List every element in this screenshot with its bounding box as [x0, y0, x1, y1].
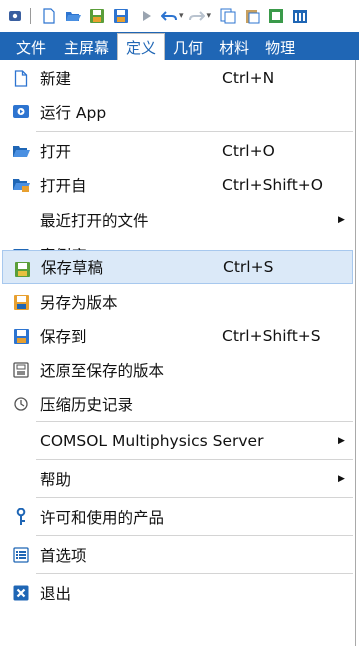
compact-history-icon: [12, 395, 30, 413]
preferences-icon: [12, 546, 30, 564]
menu-label: 保存草稿: [41, 259, 104, 277]
paste-icon[interactable]: [243, 7, 261, 25]
menu-item-compact-history[interactable]: 压缩历史记录: [2, 386, 353, 422]
save-icon[interactable]: [88, 7, 106, 25]
submenu-arrow-icon: ▶: [338, 436, 345, 446]
redo-icon[interactable]: [188, 7, 206, 25]
run-app-icon: [12, 103, 30, 121]
menu-item-revert[interactable]: 还原至保存的版本: [2, 352, 353, 388]
revert-icon: [12, 361, 30, 379]
exit-icon: [12, 584, 30, 602]
menu-label: 保存到: [40, 328, 87, 346]
open-from-icon: [12, 176, 30, 194]
menu-separator: [36, 131, 353, 132]
ribbon-tab-bar: 文件 主屏幕 定义 几何 材料 物理: [0, 32, 359, 60]
menu-item-server[interactable]: COMSOL Multiphysics Server ▶: [2, 423, 353, 459]
menu-item-preferences[interactable]: 首选项: [2, 537, 353, 573]
menu-label: 新建: [40, 70, 72, 88]
menu-label: 最近打开的文件: [40, 212, 149, 230]
menu-item-open-from[interactable]: 打开自 Ctrl+Shift+O: [2, 167, 353, 203]
menu-item-run-app[interactable]: 运行 App: [2, 94, 353, 130]
menu-item-licensed-products[interactable]: 许可和使用的产品: [2, 499, 353, 535]
open-folder-icon: [12, 142, 30, 160]
menu-item-recent-files[interactable]: 最近打开的文件 ▶: [2, 202, 353, 238]
menu-separator: [36, 497, 353, 498]
menu-separator: [36, 421, 353, 422]
new-file-icon: [12, 69, 30, 87]
tab-home[interactable]: 主屏幕: [56, 34, 117, 60]
undo-dropdown-icon[interactable]: ▾: [179, 11, 184, 21]
save-to-icon: [12, 327, 30, 345]
menu-label: 另存为版本: [40, 294, 118, 312]
menu-label: 打开自: [40, 177, 87, 195]
shortcut-text: Ctrl+Shift+O: [222, 176, 323, 194]
menu-label: 帮助: [40, 471, 72, 489]
menu-item-open[interactable]: 打开 Ctrl+O: [2, 133, 353, 169]
menu-separator: [36, 573, 353, 574]
menu-item-save-draft[interactable]: 保存草稿 Ctrl+S: [2, 250, 353, 284]
quick-access-toolbar: ▾ ▾: [0, 0, 359, 32]
tab-file[interactable]: 文件: [6, 34, 57, 60]
app-icon[interactable]: [6, 7, 24, 25]
run-icon[interactable]: [138, 7, 156, 25]
menu-label: 打开: [40, 143, 72, 161]
menu-label: COMSOL Multiphysics Server: [40, 432, 264, 450]
file-menu: 新建 Ctrl+N 运行 App 打开 Ctrl+O 打开自 Ctrl+Shif…: [0, 60, 356, 646]
copy-icon[interactable]: [219, 7, 237, 25]
tab-materials[interactable]: 材料: [211, 34, 257, 60]
menu-label: 压缩历史记录: [40, 396, 134, 414]
undo-icon[interactable]: [160, 7, 178, 25]
shortcut-text: Ctrl+Shift+S: [222, 327, 321, 345]
menu-label: 还原至保存的版本: [40, 362, 165, 380]
shortcut-text: Ctrl+S: [223, 258, 274, 276]
menu-label: 许可和使用的产品: [40, 509, 165, 527]
save-as-version-icon: [12, 293, 30, 311]
tab-definitions[interactable]: 定义: [117, 33, 166, 60]
submenu-arrow-icon: ▶: [338, 474, 345, 484]
shortcut-text: Ctrl+O: [222, 142, 275, 160]
menu-separator: [36, 535, 353, 536]
menu-item-save-as-version[interactable]: 另存为版本: [2, 284, 353, 320]
component-icon[interactable]: [291, 7, 309, 25]
open-folder-icon[interactable]: [64, 7, 82, 25]
menu-label: 退出: [40, 585, 72, 603]
menu-label: 首选项: [40, 547, 87, 565]
save-draft-icon: [13, 260, 31, 278]
new-icon[interactable]: [40, 7, 58, 25]
menu-item-exit[interactable]: 退出: [2, 575, 353, 611]
menu-item-new[interactable]: 新建 Ctrl+N: [2, 60, 353, 96]
menu-item-save-to[interactable]: 保存到 Ctrl+Shift+S: [2, 318, 353, 354]
toolbar-separator: [30, 8, 31, 24]
save-as-icon[interactable]: [112, 7, 130, 25]
redo-dropdown-icon[interactable]: ▾: [207, 11, 212, 21]
submenu-arrow-icon: ▶: [338, 215, 345, 225]
tab-geometry[interactable]: 几何: [165, 34, 211, 60]
key-icon: [12, 508, 30, 526]
duplicate-icon[interactable]: [267, 7, 285, 25]
menu-separator: [36, 459, 353, 460]
menu-item-help[interactable]: 帮助 ▶: [2, 461, 353, 497]
shortcut-text: Ctrl+N: [222, 69, 275, 87]
tab-physics[interactable]: 物理: [257, 34, 303, 60]
menu-label: 运行 App: [40, 104, 107, 122]
